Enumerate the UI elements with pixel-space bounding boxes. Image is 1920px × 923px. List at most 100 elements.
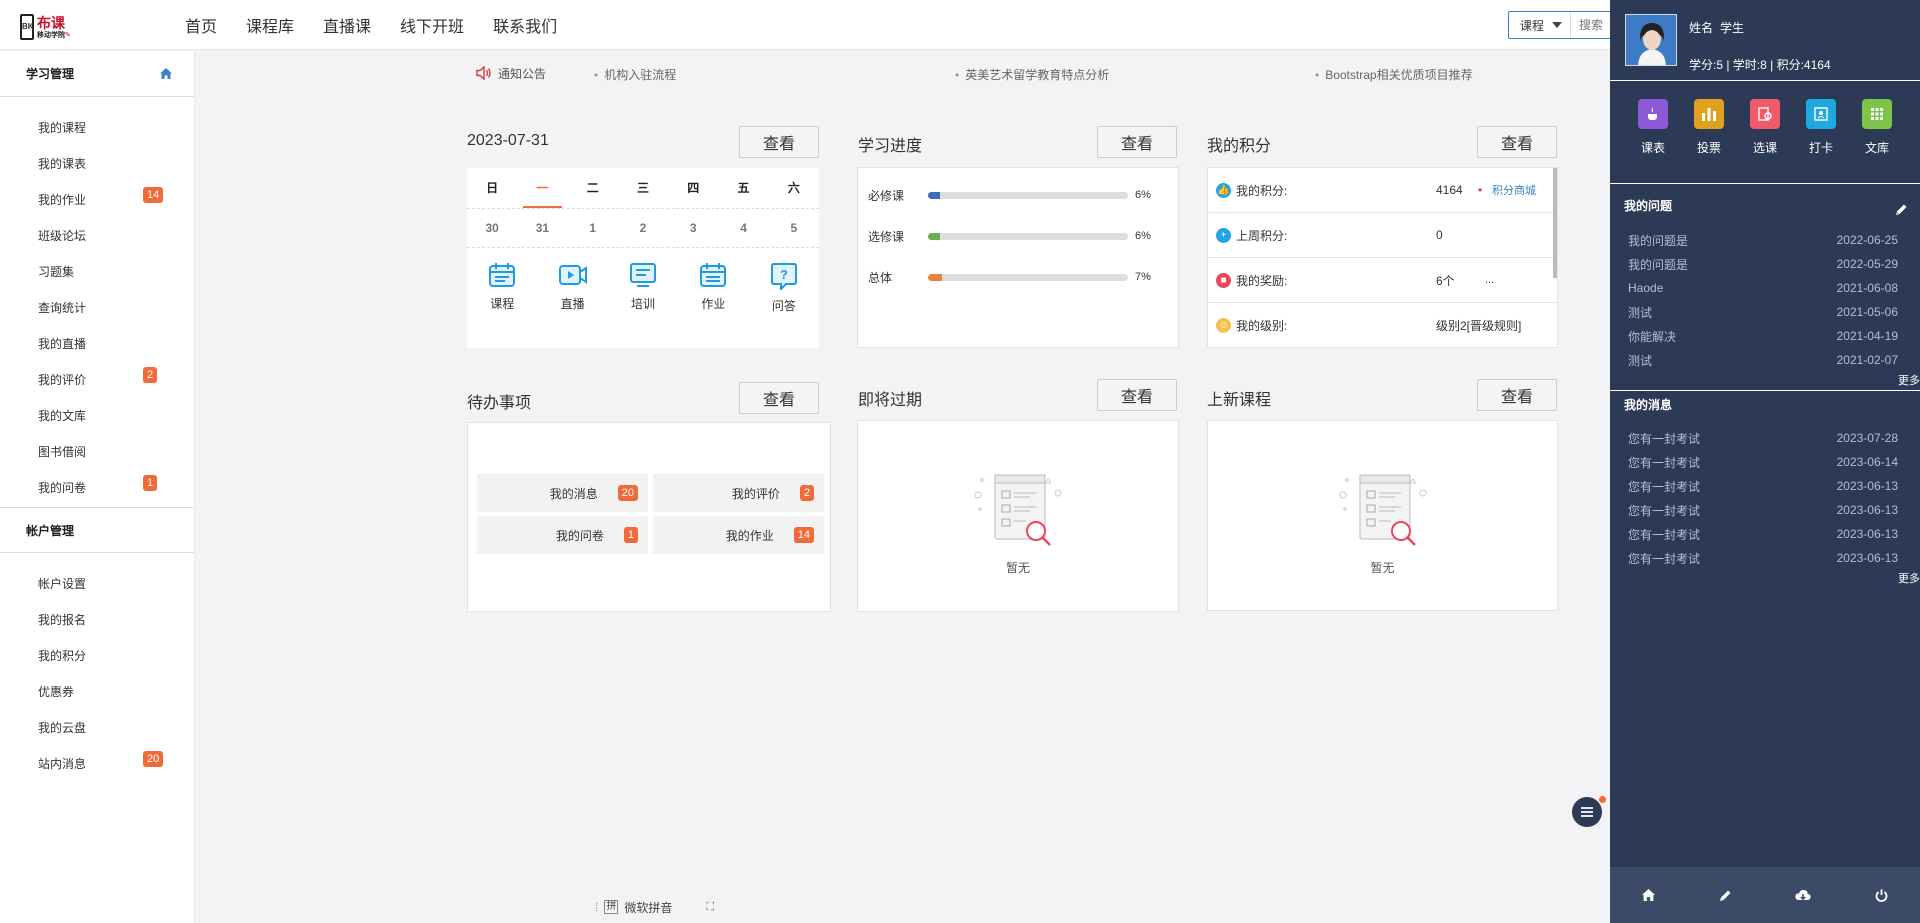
calendar-date[interactable]: 2 bbox=[618, 221, 668, 235]
training-shortcut[interactable]: 培训 bbox=[608, 262, 678, 314]
progress-bar-fill bbox=[928, 273, 942, 281]
calendar-date[interactable]: 30 bbox=[467, 221, 517, 235]
question-item[interactable]: 我的问题是 2022-05-29 bbox=[1628, 252, 1898, 276]
calendar-date[interactable]: 3 bbox=[668, 221, 718, 235]
nav-live-courses[interactable]: 直播课 bbox=[323, 13, 371, 37]
sidebar-item[interactable]: 班级论坛 bbox=[0, 217, 194, 253]
weekday-label[interactable]: 三 bbox=[618, 168, 668, 208]
search-input[interactable] bbox=[1571, 18, 1612, 32]
todo-item[interactable]: 我的作业 14 bbox=[653, 516, 824, 554]
nav-home[interactable]: 首页 bbox=[185, 13, 217, 37]
calendar-view-button[interactable]: 查看 bbox=[739, 126, 819, 158]
question-item[interactable]: 你能解决 2021-04-19 bbox=[1628, 324, 1898, 348]
homework-shortcut[interactable]: 作业 bbox=[678, 262, 748, 314]
questions-more-link[interactable]: 更多 bbox=[1898, 372, 1920, 388]
question-item-date: 2021-05-06 bbox=[1836, 305, 1898, 319]
message-item-text: 您有一封考试 bbox=[1628, 503, 1701, 518]
notice-item[interactable]: 英美艺术留学教育特点分析 bbox=[955, 66, 1109, 83]
sidebar-item[interactable]: 我的云盘 bbox=[0, 709, 194, 745]
weekday-label[interactable]: 二 bbox=[568, 168, 618, 208]
sidebar-item[interactable]: 我的直播 bbox=[0, 325, 194, 361]
quick-action[interactable]: 投票 bbox=[1694, 99, 1724, 183]
sidebar-item[interactable]: 我的评价 2 bbox=[0, 361, 194, 397]
rewards-more-link[interactable]: ... bbox=[1485, 274, 1494, 286]
floating-menu-button[interactable] bbox=[1572, 796, 1606, 827]
points-mall-link[interactable]: 积分商城 bbox=[1492, 182, 1536, 198]
ime-indicator[interactable]: ⁞ 拼 微软拼音 ⛶ bbox=[595, 897, 714, 917]
new-courses-view-button[interactable]: 查看 bbox=[1477, 379, 1557, 411]
quick-action[interactable]: 打卡 bbox=[1806, 99, 1836, 183]
progress-view-button[interactable]: 查看 bbox=[1097, 126, 1177, 158]
quick-action[interactable]: 文库 bbox=[1862, 99, 1892, 183]
avatar[interactable] bbox=[1625, 14, 1677, 66]
select-course-icon bbox=[1750, 99, 1780, 129]
weekday-label[interactable]: 四 bbox=[668, 168, 718, 208]
message-item[interactable]: 您有一封考试 2023-06-13 bbox=[1628, 498, 1898, 522]
sidebar-item[interactable]: 习题集 bbox=[0, 253, 194, 289]
sidebar-item[interactable]: 我的课程 bbox=[0, 109, 194, 145]
question-item-date: 2021-06-08 bbox=[1836, 281, 1898, 295]
todo-view-button[interactable]: 查看 bbox=[739, 382, 819, 414]
message-item[interactable]: 您有一封考试 2023-06-14 bbox=[1628, 450, 1898, 474]
count-badge: 14 bbox=[793, 527, 814, 543]
sidebar-item-label: 习题集 bbox=[38, 264, 75, 279]
calendar-date[interactable]: 1 bbox=[568, 221, 618, 235]
question-item[interactable]: 测试 2021-02-07 bbox=[1628, 348, 1898, 372]
message-item[interactable]: 您有一封考试 2023-06-13 bbox=[1628, 546, 1898, 570]
qa-shortcut[interactable]: ? 问答 bbox=[749, 262, 819, 314]
message-item[interactable]: 您有一封考试 2023-06-13 bbox=[1628, 522, 1898, 546]
notice-item[interactable]: Bootstrap相关优质项目推荐 bbox=[1315, 66, 1472, 83]
sidebar-item[interactable]: 站内消息 20 bbox=[0, 745, 194, 781]
weekday-label[interactable]: 五 bbox=[718, 168, 768, 208]
quick-action[interactable]: 课表 bbox=[1638, 99, 1668, 183]
sidebar-item[interactable]: 我的问卷 1 bbox=[0, 469, 194, 505]
nav-contact[interactable]: 联系我们 bbox=[493, 13, 557, 37]
search-category-select[interactable]: 课程 bbox=[1509, 12, 1572, 38]
power-icon[interactable] bbox=[1875, 889, 1888, 902]
ime-expand-icon[interactable]: ⛶ bbox=[706, 901, 714, 914]
todo-item[interactable]: 我的消息 20 bbox=[477, 474, 648, 512]
sidebar-item[interactable]: 我的课表 bbox=[0, 145, 194, 181]
nav-course-library[interactable]: 课程库 bbox=[246, 13, 294, 37]
new-courses-card: 暂无 bbox=[1207, 420, 1558, 611]
notice-item[interactable]: 机构入驻流程 bbox=[594, 66, 676, 83]
todo-item[interactable]: 我的问卷 1 bbox=[477, 516, 648, 554]
sidebar-item[interactable]: 我的报名 bbox=[0, 601, 194, 637]
sidebar-item[interactable]: 我的作业 14 bbox=[0, 181, 194, 217]
sidebar-item[interactable]: 帐户设置 bbox=[0, 565, 194, 601]
weekday-label[interactable]: 日 bbox=[467, 168, 517, 208]
home-icon[interactable] bbox=[160, 68, 172, 79]
question-item[interactable]: 我的问题是 2022-06-25 bbox=[1628, 228, 1898, 252]
weekday-label[interactable]: 六 bbox=[769, 168, 819, 208]
cloud-download-icon[interactable] bbox=[1795, 889, 1811, 902]
message-item[interactable]: 您有一封考试 2023-07-28 bbox=[1628, 426, 1898, 450]
todo-item[interactable]: 我的评价 2 bbox=[653, 474, 824, 512]
scrollbar[interactable] bbox=[1553, 168, 1557, 278]
question-item[interactable]: Haode 2021-06-08 bbox=[1628, 276, 1898, 300]
question-item-date: 2022-05-29 bbox=[1836, 257, 1898, 271]
home-icon[interactable] bbox=[1641, 889, 1655, 901]
notice-bar: 通知公告 机构入驻流程 英美艺术留学教育特点分析 Bootstrap相关优质项目… bbox=[462, 58, 1612, 88]
sidebar-item[interactable]: 我的文库 bbox=[0, 397, 194, 433]
calendar-date[interactable]: 31 bbox=[517, 221, 567, 235]
quick-action[interactable]: 选课 bbox=[1750, 99, 1780, 183]
course-shortcut[interactable]: 课程 bbox=[467, 262, 537, 314]
pencil-icon[interactable] bbox=[1719, 889, 1732, 902]
weekday-label[interactable]: 一 bbox=[517, 168, 567, 208]
calendar-date[interactable]: 4 bbox=[718, 221, 768, 235]
sidebar-item[interactable]: 优惠券 bbox=[0, 673, 194, 709]
messages-more-link[interactable]: 更多 bbox=[1898, 570, 1920, 586]
sidebar-item-label: 我的积分 bbox=[38, 648, 87, 663]
calendar-date[interactable]: 5 bbox=[769, 221, 819, 235]
sidebar-item[interactable]: 图书借阅 bbox=[0, 433, 194, 469]
live-shortcut[interactable]: 直播 bbox=[537, 262, 607, 314]
points-view-button[interactable]: 查看 bbox=[1477, 126, 1557, 158]
sidebar-item[interactable]: 查询统计 bbox=[0, 289, 194, 325]
sidebar-item[interactable]: 我的积分 bbox=[0, 637, 194, 673]
nav-offline-classes[interactable]: 线下开班 bbox=[400, 13, 464, 37]
edit-icon[interactable] bbox=[1895, 203, 1908, 216]
site-logo[interactable]: BK 布课 移动学院✎ bbox=[20, 12, 78, 42]
question-item[interactable]: 测试 2021-05-06 bbox=[1628, 300, 1898, 324]
message-item[interactable]: 您有一封考试 2023-06-13 bbox=[1628, 474, 1898, 498]
expiring-view-button[interactable]: 查看 bbox=[1097, 379, 1177, 411]
